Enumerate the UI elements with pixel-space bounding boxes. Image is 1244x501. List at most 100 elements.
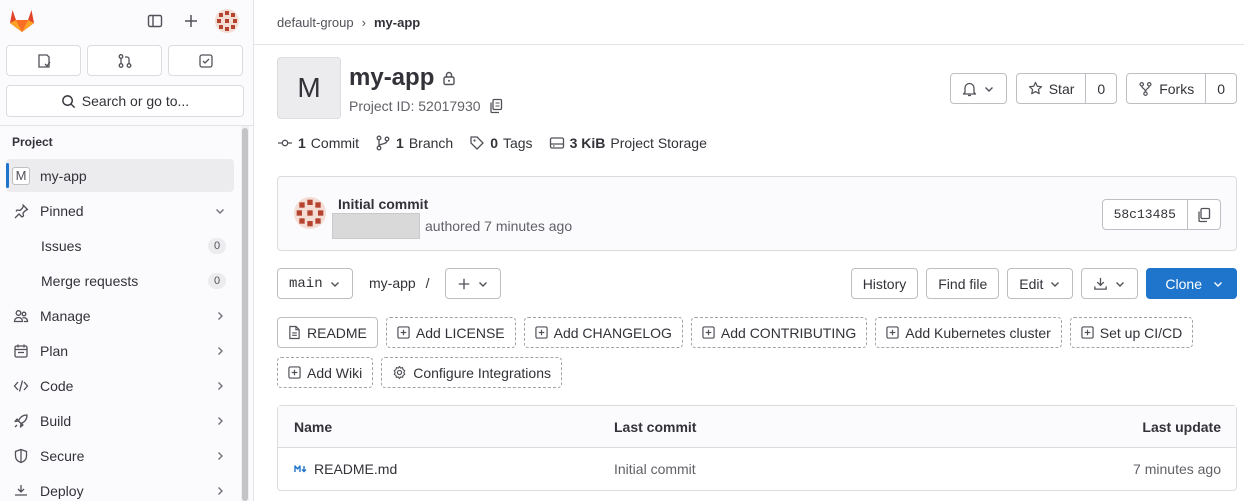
commit-meta: authored 7 minutes ago xyxy=(332,213,572,239)
tags-count: 0 xyxy=(490,135,498,151)
sidebar-divider xyxy=(0,125,253,126)
sidebar-item-build[interactable]: Build xyxy=(6,404,234,437)
forks-count[interactable]: 0 xyxy=(1205,74,1236,103)
tags-label: Tags xyxy=(502,135,533,151)
add-contributing-button[interactable]: Add CONTRIBUTING xyxy=(690,317,868,348)
project-avatar-icon: M xyxy=(12,166,30,185)
edit-label: Edit xyxy=(1019,275,1044,292)
table-header-row: Name Last commit Last update xyxy=(278,406,1236,448)
commit-title-link[interactable]: Initial commit xyxy=(338,196,428,212)
shortcut-label: Set up CI/CD xyxy=(1099,324,1183,341)
sidebar-nav: M my-app Pinned Issues 0 Merge requests … xyxy=(6,159,234,501)
repo-path-link[interactable]: my-app xyxy=(369,275,416,291)
edit-button[interactable]: Edit xyxy=(1007,268,1074,299)
todos-counter-button[interactable] xyxy=(168,45,243,76)
commit-icon xyxy=(277,135,293,151)
sidebar-section-heading: Project xyxy=(12,135,53,149)
chevron-right-icon xyxy=(214,380,226,392)
project-actions: Star 0 Forks 0 xyxy=(949,73,1237,104)
history-button[interactable]: History xyxy=(850,268,919,299)
sidebar-item-my-app[interactable]: M my-app xyxy=(6,159,234,192)
add-to-tree-button[interactable] xyxy=(445,268,501,299)
page-title: my-app xyxy=(349,64,456,92)
copy-sha-button[interactable] xyxy=(1188,199,1221,230)
user-avatar[interactable] xyxy=(215,9,239,33)
tag-icon xyxy=(469,135,485,151)
users-icon xyxy=(12,307,30,325)
storage-count: 3 KiB xyxy=(569,135,606,151)
configure-integrations-button[interactable]: Configure Integrations xyxy=(381,357,562,388)
commit-author-avatar[interactable] xyxy=(294,197,326,229)
download-button[interactable] xyxy=(1081,268,1139,299)
project-avatar: M xyxy=(277,57,341,119)
find-file-button[interactable]: Find file xyxy=(926,268,1000,299)
sidebar-item-label: Plan xyxy=(40,342,69,359)
storage-stat[interactable]: 3 KiB Project Storage xyxy=(549,135,707,151)
shortcut-label: Add Wiki xyxy=(307,364,363,381)
new-plus-icon[interactable] xyxy=(179,9,203,33)
sidebar-scrollbar[interactable] xyxy=(241,126,249,501)
search-label: Search or go to... xyxy=(81,93,190,109)
sidebar-item-merge-requests[interactable]: Merge requests 0 xyxy=(6,264,234,297)
branches-stat[interactable]: 1 Branch xyxy=(375,135,453,151)
sidebar: Search or go to... Project M my-app Pinn… xyxy=(0,0,254,501)
add-kubernetes-cluster-button[interactable]: Add Kubernetes cluster xyxy=(875,317,1062,348)
sidebar-item-label: Issues xyxy=(41,237,82,254)
sidebar-item-label: Pinned xyxy=(40,202,84,219)
clone-button[interactable]: Clone xyxy=(1146,268,1237,299)
project-id-label: Project ID: 52017930 xyxy=(349,98,481,114)
sidebar-item-issues[interactable]: Issues 0 xyxy=(6,229,234,262)
sidebar-item-code[interactable]: Code xyxy=(6,369,234,402)
sidebar-item-pinned[interactable]: Pinned xyxy=(6,194,234,227)
chevron-down-icon xyxy=(1049,278,1061,290)
file-name-cell[interactable]: README.md xyxy=(294,461,397,477)
add-license-button[interactable]: Add LICENSE xyxy=(385,317,516,348)
file-name-link[interactable]: README.md xyxy=(314,461,397,477)
commits-stat[interactable]: 1 Commit xyxy=(277,135,359,151)
sidebar-item-secure[interactable]: Secure xyxy=(6,439,234,472)
issues-counter-button[interactable] xyxy=(6,45,81,76)
tags-stat[interactable]: 0 Tags xyxy=(469,135,533,151)
search-button[interactable]: Search or go to... xyxy=(6,85,244,117)
branch-selector[interactable]: main xyxy=(277,268,353,299)
add-changelog-button[interactable]: Add CHANGELOG xyxy=(523,317,683,348)
commit-sha-group: 58c13485 xyxy=(1101,199,1221,230)
last-update-cell: 7 minutes ago xyxy=(1133,461,1221,477)
breadcrumb-current-link[interactable]: my-app xyxy=(374,15,420,30)
sidebar-item-label: Secure xyxy=(40,447,85,464)
copy-icon[interactable] xyxy=(489,98,503,114)
repo-toolbar: main my-app / History Find file Edit Clo… xyxy=(277,268,1237,300)
breadcrumb-parent-link[interactable]: default-group xyxy=(277,15,354,30)
set-up-ci-cd-button[interactable]: Set up CI/CD xyxy=(1069,317,1194,348)
branch-name: main xyxy=(289,275,323,292)
forks-button[interactable]: Forks 0 xyxy=(1126,73,1237,104)
last-commit-link[interactable]: Initial commit xyxy=(614,461,696,477)
sidebar-item-plan[interactable]: Plan xyxy=(6,334,234,367)
issues-icon xyxy=(36,53,52,69)
code-icon xyxy=(12,377,30,395)
sidebar-item-deploy[interactable]: Deploy xyxy=(6,474,234,501)
plus-square-icon xyxy=(886,326,899,339)
plus-square-icon xyxy=(397,326,410,339)
notifications-button[interactable] xyxy=(949,73,1007,104)
commit-sha-button[interactable]: 58c13485 xyxy=(1101,199,1188,230)
branches-count: 1 xyxy=(396,135,404,151)
sidebar-item-label: Code xyxy=(40,377,74,394)
sidebar-toggle-icon[interactable] xyxy=(143,9,167,33)
star-count[interactable]: 0 xyxy=(1085,74,1116,103)
markdown-icon xyxy=(294,464,308,474)
deploy-icon xyxy=(12,482,30,500)
calendar-icon xyxy=(12,342,30,360)
add-wiki-button[interactable]: Add Wiki xyxy=(277,357,374,388)
chevron-right-icon xyxy=(214,310,226,322)
sidebar-item-manage[interactable]: Manage xyxy=(6,299,234,332)
readme-button[interactable]: README xyxy=(277,317,378,348)
rocket-icon xyxy=(12,412,30,430)
file-icon xyxy=(288,325,301,340)
project-name: my-app xyxy=(349,64,435,91)
scrollbar-thumb[interactable] xyxy=(242,128,248,501)
gitlab-logo[interactable] xyxy=(9,8,35,33)
star-icon xyxy=(1028,81,1043,96)
star-button[interactable]: Star 0 xyxy=(1015,73,1118,104)
merge-requests-counter-button[interactable] xyxy=(87,45,162,76)
